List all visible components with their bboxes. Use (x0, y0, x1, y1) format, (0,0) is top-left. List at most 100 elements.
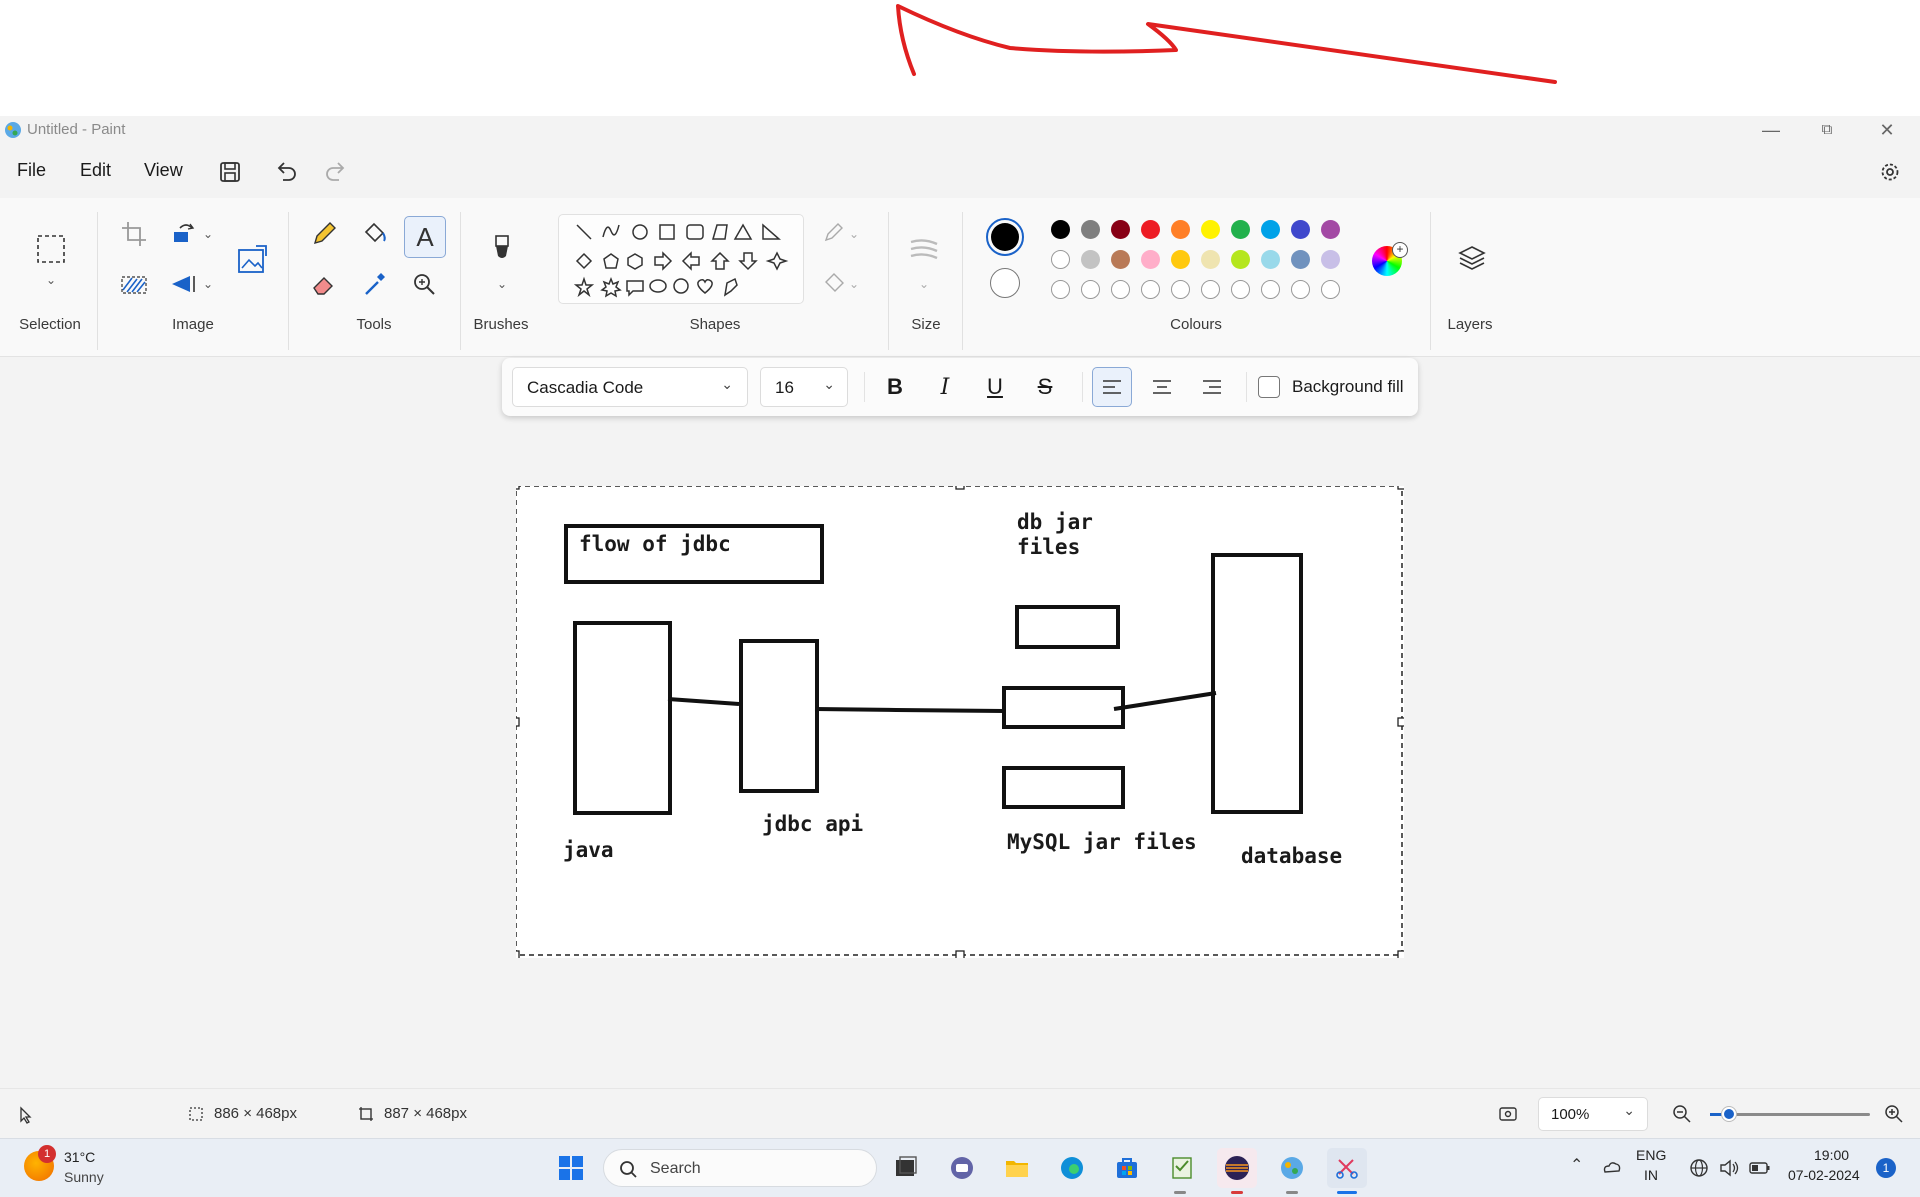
globe-network-icon[interactable] (1688, 1157, 1710, 1179)
volume-icon[interactable] (1718, 1157, 1740, 1179)
italic-button[interactable]: I (925, 367, 965, 407)
show-hidden-icons-chevron-icon[interactable]: ⌃ (1570, 1155, 1583, 1175)
store-icon[interactable] (1107, 1148, 1147, 1188)
custom-colour-slot[interactable] (1291, 280, 1310, 299)
align-left-button[interactable] (1092, 367, 1132, 407)
fill-chevron-icon[interactable]: ⌄ (846, 268, 862, 300)
menu-file[interactable]: File (17, 160, 46, 181)
redo-icon[interactable] (320, 156, 352, 188)
language-line2[interactable]: IN (1644, 1167, 1658, 1183)
zoom-slider-track[interactable] (1710, 1107, 1870, 1121)
resize-handle[interactable] (955, 950, 965, 958)
zoom-out-icon[interactable] (1672, 1104, 1692, 1124)
custom-colour-slot[interactable] (1261, 280, 1280, 299)
flip-chevron-icon[interactable]: ⌄ (198, 268, 218, 300)
brushes-chevron-icon[interactable]: ⌄ (486, 268, 518, 300)
resize-icon[interactable] (168, 218, 200, 250)
crop-icon[interactable] (118, 218, 150, 250)
undo-icon[interactable] (270, 156, 302, 188)
resize-handle[interactable] (1397, 950, 1404, 958)
chat-icon[interactable] (942, 1148, 982, 1188)
font-family-select[interactable]: Cascadia Code ⌄ (512, 367, 748, 407)
resize-handle[interactable] (516, 717, 520, 727)
snipping-tool-icon[interactable] (1327, 1148, 1367, 1188)
colour-swatch[interactable] (1291, 220, 1310, 239)
pencil-icon[interactable] (308, 218, 340, 250)
underline-button[interactable]: U (975, 367, 1015, 407)
resize-handle[interactable] (516, 486, 520, 490)
zoom-slider-thumb[interactable] (1722, 1107, 1736, 1121)
fill-bucket-icon[interactable] (358, 218, 390, 250)
image-generator-icon[interactable] (234, 242, 270, 278)
notification-badge[interactable]: 1 (1876, 1158, 1896, 1178)
colour-swatch[interactable] (1321, 250, 1340, 269)
colour-picker-icon[interactable] (358, 268, 390, 300)
flip-icon[interactable] (168, 268, 200, 300)
colour-swatch[interactable] (1111, 250, 1130, 269)
selection-dropdown-chevron-icon[interactable]: ⌄ (36, 270, 66, 290)
restore-button[interactable]: ⧉ (1804, 118, 1850, 142)
size-chevron-icon[interactable]: ⌄ (908, 268, 940, 300)
resize-handle[interactable] (516, 950, 520, 958)
menu-edit[interactable]: Edit (80, 160, 111, 181)
bold-button[interactable]: B (875, 367, 915, 407)
font-size-select[interactable]: 16 ⌄ (760, 367, 848, 407)
resize-handle[interactable] (1397, 486, 1404, 490)
zoom-select[interactable]: 100% ⌄ (1538, 1097, 1648, 1131)
minimize-button[interactable]: — (1748, 118, 1794, 142)
custom-colour-slot[interactable] (1201, 280, 1220, 299)
colour-swatch[interactable] (1231, 250, 1250, 269)
colour-swatch[interactable] (1171, 250, 1190, 269)
colour-swatch[interactable] (1081, 250, 1100, 269)
edit-colours-icon[interactable]: + (1372, 242, 1408, 276)
colour-swatch[interactable] (1321, 220, 1340, 239)
custom-colour-slot[interactable] (1051, 280, 1070, 299)
cloud-network-icon[interactable] (1600, 1157, 1622, 1179)
colour-swatch[interactable] (1051, 220, 1070, 239)
strikethrough-button[interactable]: S (1025, 367, 1065, 407)
brush-icon[interactable] (486, 232, 518, 264)
custom-colour-slot[interactable] (1231, 280, 1250, 299)
file-explorer-icon[interactable] (997, 1148, 1037, 1188)
settings-gear-icon[interactable] (1874, 156, 1906, 188)
clock-date[interactable]: 07-02-2024 (1788, 1167, 1860, 1183)
image-select-icon[interactable] (118, 268, 150, 300)
menu-view[interactable]: View (144, 160, 183, 181)
notepad-app-icon[interactable] (1162, 1148, 1202, 1188)
close-button[interactable]: ✕ (1864, 118, 1910, 142)
colour-swatch[interactable] (1261, 250, 1280, 269)
colour-swatch[interactable] (1111, 220, 1130, 239)
colour-swatch[interactable] (1261, 220, 1280, 239)
background-fill-checkbox[interactable] (1258, 376, 1280, 398)
colour-swatch[interactable] (1231, 220, 1250, 239)
paint-taskbar-icon[interactable] (1272, 1148, 1312, 1188)
resize-chevron-icon[interactable]: ⌄ (198, 218, 218, 250)
layers-icon[interactable] (1456, 242, 1488, 274)
outline-chevron-icon[interactable]: ⌄ (846, 218, 862, 250)
resize-handle[interactable] (1397, 717, 1404, 727)
taskbar-search-box[interactable]: Search (603, 1149, 877, 1187)
custom-colour-slot[interactable] (1171, 280, 1190, 299)
primary-colour-button[interactable] (986, 218, 1024, 256)
colour-swatch[interactable] (1141, 250, 1160, 269)
eclipse-app-icon[interactable] (1217, 1148, 1257, 1188)
resize-handle[interactable] (955, 486, 965, 490)
custom-colour-slot[interactable] (1081, 280, 1100, 299)
shapes-gallery-icons[interactable] (559, 215, 803, 303)
custom-colour-slot[interactable] (1141, 280, 1160, 299)
text-tool-icon[interactable]: A (404, 216, 446, 258)
edge-browser-icon[interactable] (1052, 1148, 1092, 1188)
colour-swatch[interactable] (1081, 220, 1100, 239)
colour-swatch[interactable] (1141, 220, 1160, 239)
align-right-button[interactable] (1192, 367, 1232, 407)
clock-time[interactable]: 19:00 (1814, 1147, 1849, 1163)
colour-swatch[interactable] (1201, 250, 1220, 269)
size-lines-icon[interactable] (908, 234, 940, 266)
colour-swatch[interactable] (1051, 250, 1070, 269)
start-button-windows-icon[interactable] (551, 1148, 591, 1188)
zoom-in-icon[interactable] (1884, 1104, 1904, 1124)
fit-to-window-icon[interactable] (1498, 1104, 1518, 1124)
battery-icon[interactable] (1748, 1157, 1772, 1179)
selection-tool-icon[interactable] (34, 232, 68, 266)
magnifier-icon[interactable] (408, 268, 440, 300)
